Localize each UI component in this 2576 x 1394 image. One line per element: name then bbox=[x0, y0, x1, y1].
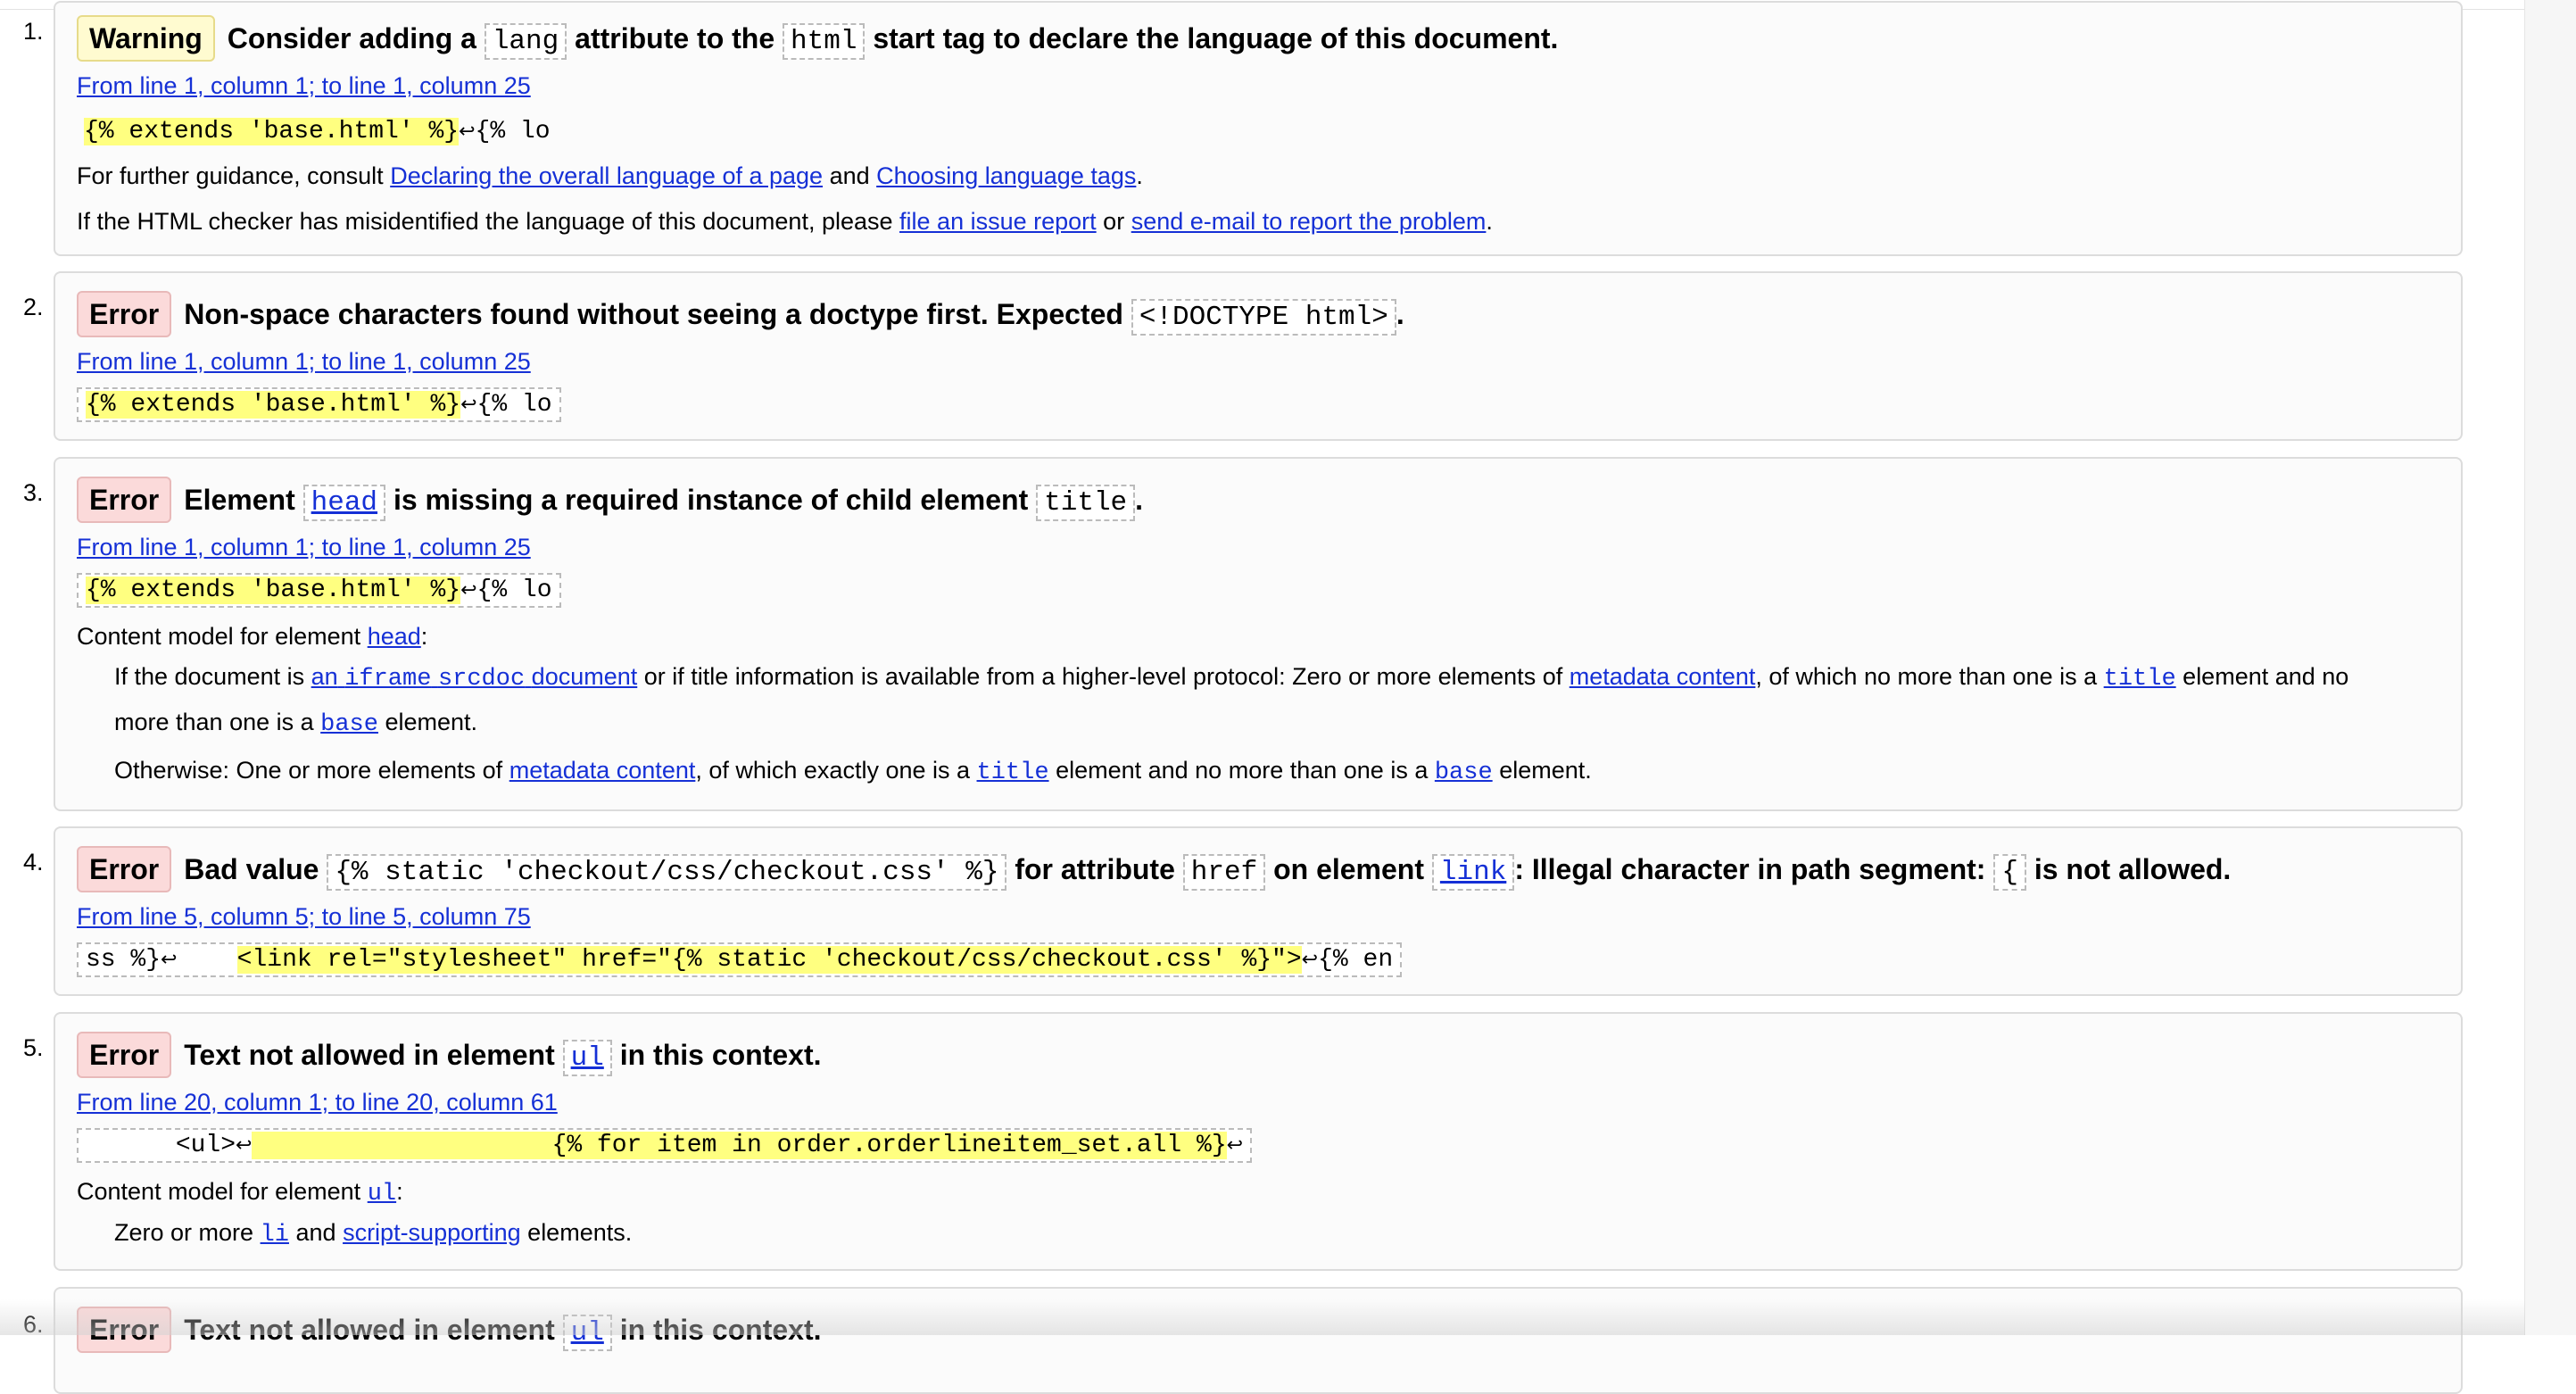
location-link[interactable]: From line 1, column 1; to line 1, column… bbox=[77, 348, 531, 375]
code-href: href bbox=[1182, 854, 1266, 891]
content-model-rule-1: If the document is an iframe srcdoc docu… bbox=[114, 663, 2349, 693]
location-link[interactable]: From line 1, column 1; to line 1, column… bbox=[77, 534, 531, 560]
error-badge: Error bbox=[77, 1307, 172, 1353]
return-icon: ↩ bbox=[459, 121, 476, 144]
ul-element-link[interactable]: ul bbox=[368, 1181, 396, 1207]
send-email-link[interactable]: send e-mail to report the problem bbox=[1131, 208, 1487, 235]
code-title: title bbox=[1036, 485, 1136, 521]
message-number: 3. bbox=[23, 479, 44, 506]
content-model-rule-2: Otherwise: One or more elements of metad… bbox=[114, 757, 1592, 786]
message-number: 1. bbox=[23, 18, 44, 45]
file-issue-link[interactable]: file an issue report bbox=[899, 208, 1097, 235]
code-link-link[interactable]: link bbox=[1431, 854, 1515, 891]
error-badge: Error bbox=[77, 1032, 172, 1078]
message-card: Error Bad value {% static 'checkout/css/c… bbox=[54, 826, 2463, 996]
message-title: Error Non-space characters found without … bbox=[77, 291, 1404, 337]
base-element-link[interactable]: base bbox=[320, 711, 378, 738]
message-card: Error Text not allowed in element ul in t… bbox=[54, 1287, 2463, 1394]
code-lang: lang bbox=[484, 23, 567, 60]
code-brace: { bbox=[1993, 854, 2026, 891]
message-number: 2. bbox=[23, 294, 44, 320]
scrollbar[interactable] bbox=[2524, 0, 2576, 1335]
li-element-link[interactable]: li bbox=[261, 1222, 289, 1249]
misidentified-text: If the HTML checker has misidentified th… bbox=[77, 208, 1493, 235]
content-model-heading: Content model for element ul: bbox=[77, 1178, 403, 1207]
return-icon: ↩ bbox=[1301, 950, 1319, 972]
title-element-link[interactable]: title bbox=[977, 759, 1049, 786]
head-element-link[interactable]: head bbox=[368, 623, 421, 650]
source-extract: {% extends 'base.html' %}↩{% lo bbox=[77, 387, 561, 422]
code-link-ul[interactable]: ul bbox=[562, 1040, 612, 1076]
declaring-language-link[interactable]: Declaring the overall language of a page bbox=[390, 162, 823, 189]
script-supporting-link[interactable]: script-supporting bbox=[343, 1219, 521, 1246]
message-card: Warning Consider adding a lang attribute … bbox=[54, 1, 2463, 256]
content-model-heading: Content model for element head: bbox=[77, 623, 428, 650]
return-icon: ↩ bbox=[460, 394, 477, 417]
return-icon: ↩ bbox=[161, 950, 178, 972]
base-element-link[interactable]: base bbox=[1435, 759, 1493, 786]
return-icon: ↩ bbox=[1226, 1135, 1244, 1158]
message-title: Error Text not allowed in element ul in t… bbox=[77, 1032, 822, 1078]
code-html: html bbox=[783, 23, 866, 60]
iframe-srcdoc-document-link[interactable]: an iframe srcdoc document bbox=[311, 663, 638, 693]
source-extract: ss %}↩ <link rel="stylesheet" href="{% s… bbox=[77, 942, 1403, 977]
metadata-content-link[interactable]: metadata content bbox=[1570, 663, 1756, 690]
message-card: Error Element head is missing a required … bbox=[54, 457, 2463, 811]
return-icon: ↩ bbox=[460, 580, 477, 602]
message-card: Error Text not allowed in element ul in t… bbox=[54, 1012, 2463, 1271]
message-title: Error Element head is missing a required … bbox=[77, 477, 1143, 523]
content-model-rule: Zero or more li and script-supporting el… bbox=[114, 1219, 633, 1249]
content-model-rule-1-continued: more than one is a base element. bbox=[114, 709, 478, 738]
error-badge: Error bbox=[77, 477, 172, 523]
message-number: 4. bbox=[23, 849, 44, 875]
error-badge: Error bbox=[77, 846, 172, 892]
location-link[interactable]: From line 5, column 5; to line 5, column… bbox=[77, 903, 531, 930]
return-icon: ↩ bbox=[236, 1135, 253, 1158]
code-doctype: <!DOCTYPE html> bbox=[1131, 299, 1396, 336]
choosing-language-tags-link[interactable]: Choosing language tags bbox=[876, 162, 1136, 189]
warning-badge: Warning bbox=[77, 15, 215, 62]
source-extract: {% extends 'base.html' %}↩{% lo bbox=[77, 573, 561, 608]
guidance-text: For further guidance, consult Declaring … bbox=[77, 162, 1143, 189]
code-bad-value: {% static 'checkout/css/checkout.css' %} bbox=[327, 854, 1007, 891]
message-title: Error Text not allowed in element ul in t… bbox=[77, 1307, 822, 1353]
title-element-link[interactable]: title bbox=[2104, 666, 2176, 693]
error-badge: Error bbox=[77, 291, 172, 337]
message-number: 6. bbox=[23, 1311, 44, 1338]
location-link[interactable]: From line 20, column 1; to line 20, colu… bbox=[77, 1089, 558, 1116]
source-extract: {% extends 'base.html' %}↩{% lo bbox=[84, 118, 551, 145]
message-title: Error Bad value {% static 'checkout/css/c… bbox=[77, 846, 2231, 892]
location-link[interactable]: From line 1, column 1; to line 1, column… bbox=[77, 72, 531, 99]
message-number: 5. bbox=[23, 1034, 44, 1061]
code-link-ul[interactable]: ul bbox=[562, 1315, 612, 1351]
metadata-content-link[interactable]: metadata content bbox=[509, 757, 696, 784]
source-extract: <ul>↩ {% for item in order.orderlineitem… bbox=[77, 1128, 1253, 1163]
message-title: Warning Consider adding a lang attribute … bbox=[77, 15, 1558, 62]
message-card: Error Non-space characters found without … bbox=[54, 271, 2463, 441]
code-link-head[interactable]: head bbox=[302, 485, 386, 521]
